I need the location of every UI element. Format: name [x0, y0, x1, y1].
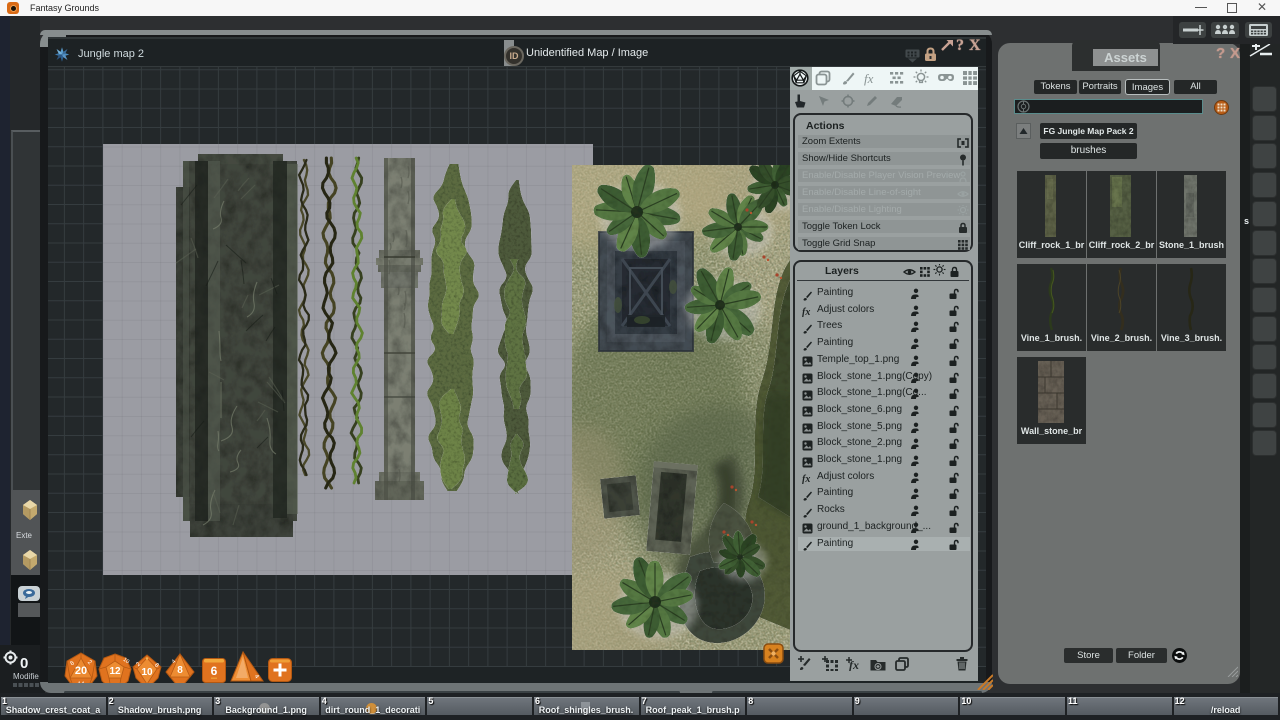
svg-text:6: 6	[211, 664, 218, 678]
svg-text:20: 20	[75, 665, 87, 677]
svg-text:fx: fx	[802, 307, 810, 317]
svg-text:fx: fx	[802, 474, 810, 484]
svg-text:12: 12	[109, 666, 121, 677]
svg-text:10: 10	[141, 667, 153, 678]
svg-text:14: 14	[78, 682, 85, 683]
svg-text:8: 8	[177, 665, 183, 676]
svg-text:fx: fx	[864, 71, 874, 86]
